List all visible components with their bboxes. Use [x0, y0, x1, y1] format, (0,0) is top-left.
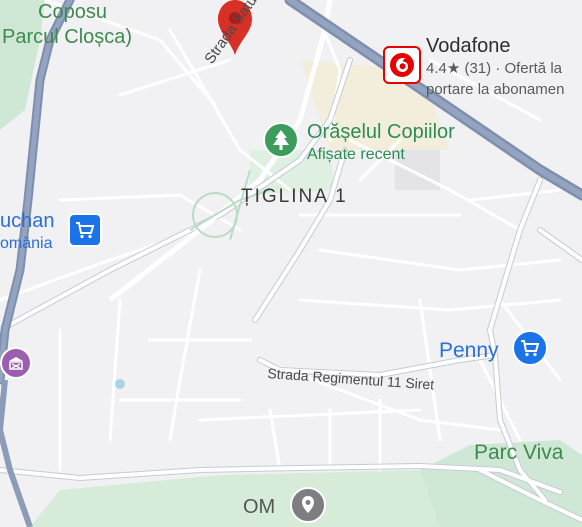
museum-icon[interactable] — [0, 347, 32, 379]
shopping-cart-icon[interactable] — [68, 213, 102, 247]
parc-viva-label[interactable]: Parc Viva — [474, 442, 564, 463]
shop-left-line1[interactable]: uchan — [0, 211, 55, 231]
district-label: ȚIGLINA 1 — [241, 186, 348, 207]
shopping-cart-icon[interactable] — [512, 330, 548, 366]
orasel-copiilor-label[interactable]: Orășelul Copiilor — [307, 122, 455, 142]
vodafone-name[interactable]: Vodafone — [426, 36, 511, 56]
penny-label[interactable]: Penny — [439, 340, 499, 361]
orasel-subtitle: Afișate recent — [307, 146, 405, 163]
highway-left-lower — [0, 379, 33, 527]
vodafone-rating: 4.4★ (31) · Ofertă la — [426, 60, 562, 77]
vodafone-description: portare la abonamen — [426, 81, 565, 98]
om-label[interactable]: OM — [243, 497, 275, 517]
location-pin-icon[interactable] — [290, 487, 326, 523]
tree-icon[interactable] — [263, 122, 299, 158]
vodafone-logo-icon[interactable] — [383, 46, 421, 84]
park-label-line1: Coposu — [38, 1, 107, 23]
shop-left-line2: omânia — [0, 235, 53, 252]
park-label-line2: Parcul Cloșca) — [2, 26, 133, 48]
map-canvas[interactable]: Coposu Parcul Cloșca) Vodafone 4.4★ (31)… — [0, 0, 582, 527]
